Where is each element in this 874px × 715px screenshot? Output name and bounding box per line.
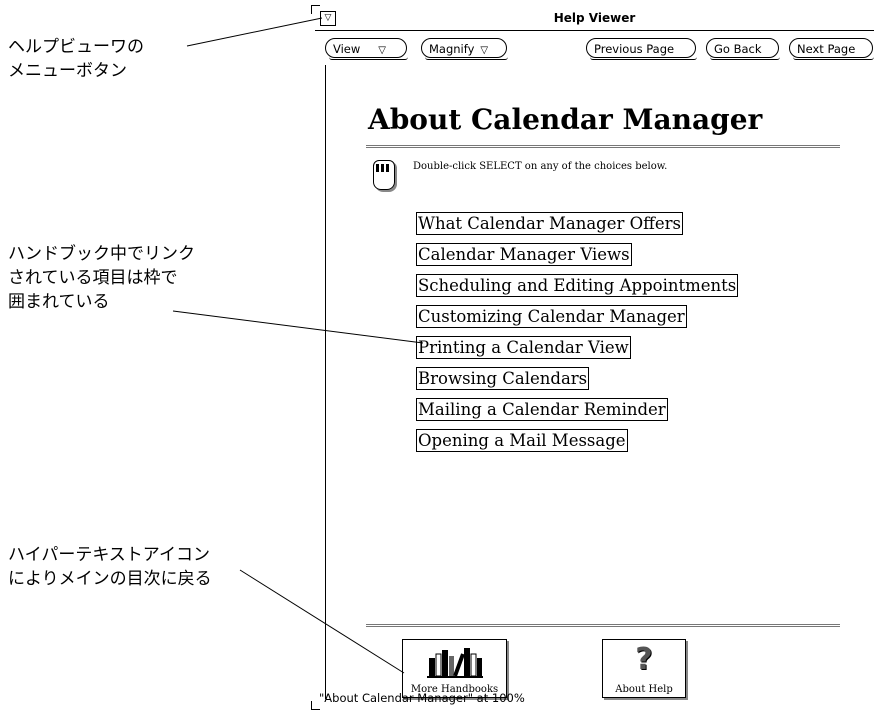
control-bar: View ▽ Magnify ▽ Previous Page Go Back Nex…	[315, 38, 874, 62]
callout-linked-items: ハンドブック中でリンク されている項目は枠で 囲まれている	[8, 244, 195, 312]
previous-page-button[interactable]: Previous Page	[586, 38, 697, 60]
topic-link[interactable]: What Calendar Manager Offers	[416, 212, 683, 235]
help-content-pane[interactable]: About Calendar Manager Double-click SELE…	[325, 65, 874, 699]
chevron-down-icon: ▽	[378, 45, 386, 56]
leader-line-menu	[186, 17, 323, 47]
view-menu-button[interactable]: View ▽	[325, 38, 408, 60]
view-label: View	[333, 42, 361, 56]
footer-divider	[366, 624, 840, 627]
more-handbooks-button[interactable]: More Handbooks	[402, 639, 507, 698]
callout-menu-button: ヘルプビューワの メニューボタン	[8, 37, 144, 81]
books-icon	[427, 648, 483, 678]
instruction-text: Double-click SELECT on any of the choice…	[413, 161, 668, 172]
chevron-down-icon: ▽	[480, 45, 489, 56]
topic-link[interactable]: Scheduling and Editing Appointments	[416, 274, 739, 297]
help-viewer-window: ▽ Help Viewer View ▽ Magnify ▽ Previous Pa…	[311, 5, 874, 710]
topic-link-list: What Calendar Manager Offers Calendar Ma…	[416, 212, 739, 460]
topic-link[interactable]: Customizing Calendar Manager	[416, 305, 687, 328]
about-help-button[interactable]: ? About Help	[602, 639, 686, 698]
title-bar: ▽ Help Viewer	[315, 8, 874, 31]
title-divider	[366, 145, 840, 148]
mouse-icon	[373, 160, 395, 190]
magnify-menu-button[interactable]: Magnify ▽	[421, 38, 508, 60]
about-help-label: About Help	[615, 684, 673, 695]
callout-hypertext-icon: ハイパーテキストアイコン によりメインの目次に戻る	[8, 545, 212, 589]
next-page-button[interactable]: Next Page	[789, 38, 874, 60]
topic-link[interactable]: Printing a Calendar View	[416, 336, 631, 359]
topic-link[interactable]: Opening a Mail Message	[416, 429, 628, 452]
question-mark-icon: ?	[635, 642, 653, 677]
window-title: Help Viewer	[553, 11, 636, 25]
magnify-label: Magnify	[429, 42, 475, 56]
page-title: About Calendar Manager	[368, 103, 763, 136]
topic-link[interactable]: Browsing Calendars	[416, 367, 590, 390]
status-bar: "About Calendar Manager" at 100%	[319, 691, 525, 705]
topic-link[interactable]: Calendar Manager Views	[416, 243, 632, 266]
topic-link[interactable]: Mailing a Calendar Reminder	[416, 398, 668, 421]
go-back-button[interactable]: Go Back	[706, 38, 780, 60]
